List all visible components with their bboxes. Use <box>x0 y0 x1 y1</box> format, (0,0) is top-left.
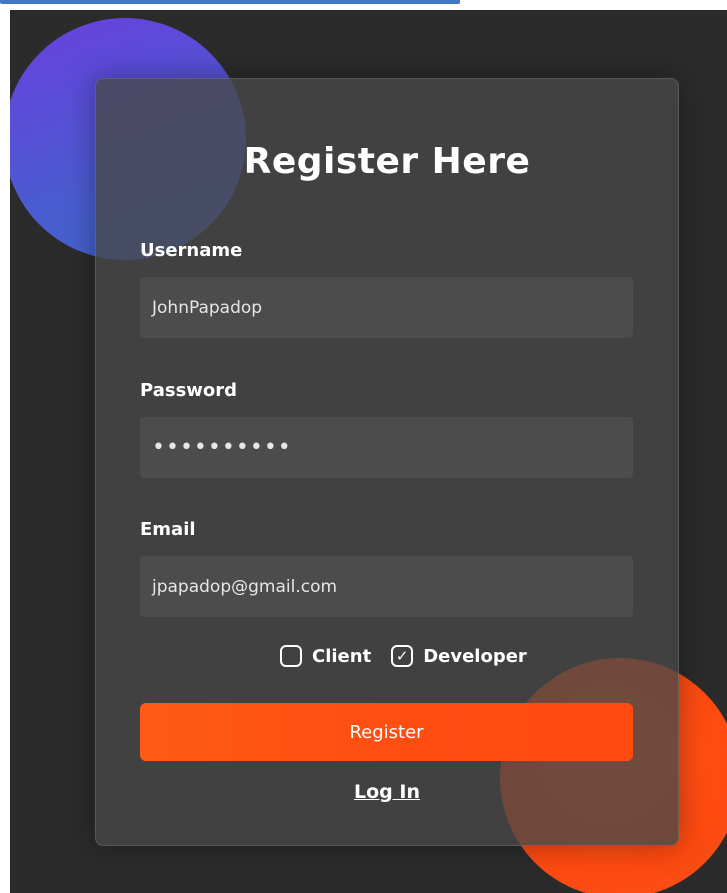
developer-checkbox[interactable]: ✓ <box>391 645 414 667</box>
role-client[interactable]: Client <box>280 645 371 667</box>
username-label: Username <box>140 240 243 261</box>
clipped-text-fragment <box>0 0 460 4</box>
email-field[interactable]: jpapadop@gmail.com <box>140 556 633 617</box>
role-selector: Client ✓ Developer <box>280 642 547 670</box>
username-field[interactable]: JohnPapadop <box>140 277 633 338</box>
password-field[interactable]: •••••••••• <box>140 417 633 478</box>
register-button[interactable]: Register <box>140 703 633 761</box>
password-label: Password <box>140 380 238 401</box>
email-label: Email <box>140 519 196 540</box>
developer-label: Developer <box>423 645 527 667</box>
client-checkbox[interactable] <box>280 645 302 667</box>
app-background: Register Here Username JohnPapadop Passw… <box>10 10 727 893</box>
client-label: Client <box>312 645 372 667</box>
register-card: Register Here Username JohnPapadop Passw… <box>95 78 679 846</box>
page-title: Register Here <box>243 141 531 182</box>
role-developer[interactable]: ✓ Developer <box>391 645 527 667</box>
login-link[interactable]: Log In <box>96 781 678 803</box>
top-clipped-header <box>0 0 727 10</box>
check-icon: ✓ <box>395 646 409 665</box>
